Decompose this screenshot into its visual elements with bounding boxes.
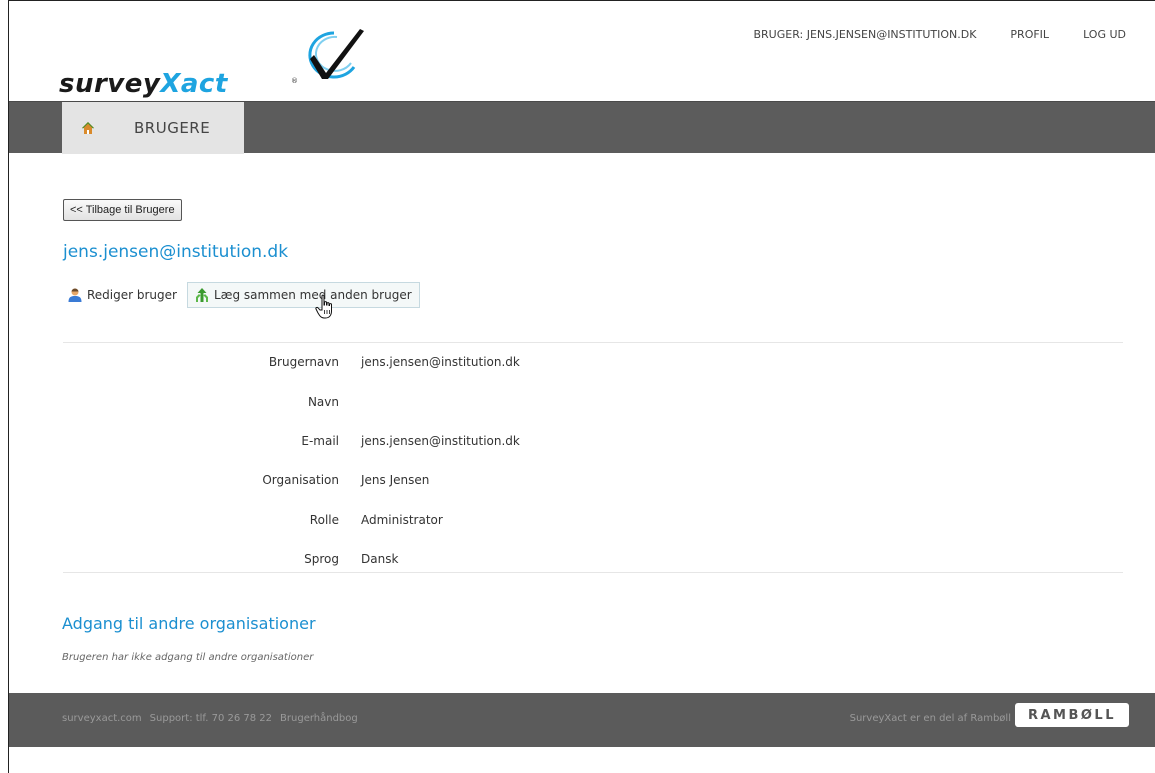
page-title: jens.jensen@institution.dk (63, 242, 289, 262)
edit-user-button[interactable]: Rediger bruger (65, 282, 181, 308)
other-orgs-note: Brugeren har ikke adgang til andre organ… (62, 652, 314, 663)
detail-value: Jens Jensen (361, 473, 430, 487)
divider-bottom (63, 572, 1123, 573)
detail-row-role: Rolle Administrator (63, 501, 1123, 539)
merge-user-label: Læg sammen med anden bruger (213, 288, 412, 302)
surveyxact-logo[interactable]: surveyXact ® (59, 25, 389, 99)
detail-label: Organisation (262, 473, 339, 487)
main-nav: BRUGERE (9, 101, 1155, 154)
profile-link[interactable]: PROFIL (1010, 28, 1049, 41)
part-of-text: SurveyXact er en del af Rambøll (849, 713, 1011, 724)
home-tab[interactable] (62, 102, 114, 154)
merge-user-button[interactable]: Læg sammen med anden bruger (186, 282, 420, 308)
header: surveyXact ® BRUGER: JENS.JENSEN@INSTITU… (9, 1, 1155, 101)
tab-brugere[interactable]: BRUGERE (114, 102, 244, 154)
registered-mark: ® (291, 77, 298, 85)
detail-row-name: Navn (63, 383, 1123, 421)
detail-row-username: Brugernavn jens.jensen@institution.dk (63, 343, 1123, 381)
logo-wordmark: surveyXact (59, 69, 228, 99)
detail-label: Navn (307, 395, 339, 409)
site-link[interactable]: surveyxact.com (62, 713, 142, 724)
ramboll-logo[interactable]: RAMBØLL (1015, 703, 1129, 727)
support-text: Support: tlf. 70 26 78 22 (149, 713, 273, 724)
detail-label: Brugernavn (268, 355, 339, 369)
home-icon (82, 122, 94, 134)
detail-label: Rolle (309, 513, 339, 527)
detail-value: jens.jensen@institution.dk (361, 355, 520, 369)
merge-icon (195, 288, 208, 302)
detail-value: Dansk (361, 552, 399, 566)
checkmark-logo-icon (308, 29, 364, 79)
footer: surveyxact.com Support: tlf. 70 26 78 22… (9, 693, 1155, 747)
edit-user-label: Rediger bruger (87, 288, 177, 302)
manual-link[interactable]: Brugerhåndbog (280, 713, 358, 724)
detail-value: Administrator (361, 513, 443, 527)
app-frame: surveyXact ® BRUGER: JENS.JENSEN@INSTITU… (8, 0, 1155, 773)
hand-cursor-icon (315, 294, 332, 319)
detail-value: jens.jensen@institution.dk (361, 434, 520, 448)
logout-link[interactable]: LOG UD (1083, 28, 1126, 41)
user-icon (68, 288, 82, 302)
detail-label: E-mail (301, 434, 339, 448)
other-orgs-heading: Adgang til andre organisationer (62, 614, 316, 633)
back-to-users-button[interactable]: << Tilbage til Brugere (63, 199, 182, 221)
detail-row-organisation: Organisation Jens Jensen (63, 461, 1123, 499)
detail-row-email: E-mail jens.jensen@institution.dk (63, 422, 1123, 460)
top-links: BRUGER: JENS.JENSEN@INSTITUTION.DK PROFI… (753, 28, 1126, 41)
user-actions: Rediger bruger Læg sammen med anden brug… (65, 282, 420, 308)
footer-links: surveyxact.com Support: tlf. 70 26 78 22… (62, 713, 358, 724)
current-user-link[interactable]: BRUGER: JENS.JENSEN@INSTITUTION.DK (753, 28, 976, 41)
detail-label: Sprog (304, 552, 339, 566)
